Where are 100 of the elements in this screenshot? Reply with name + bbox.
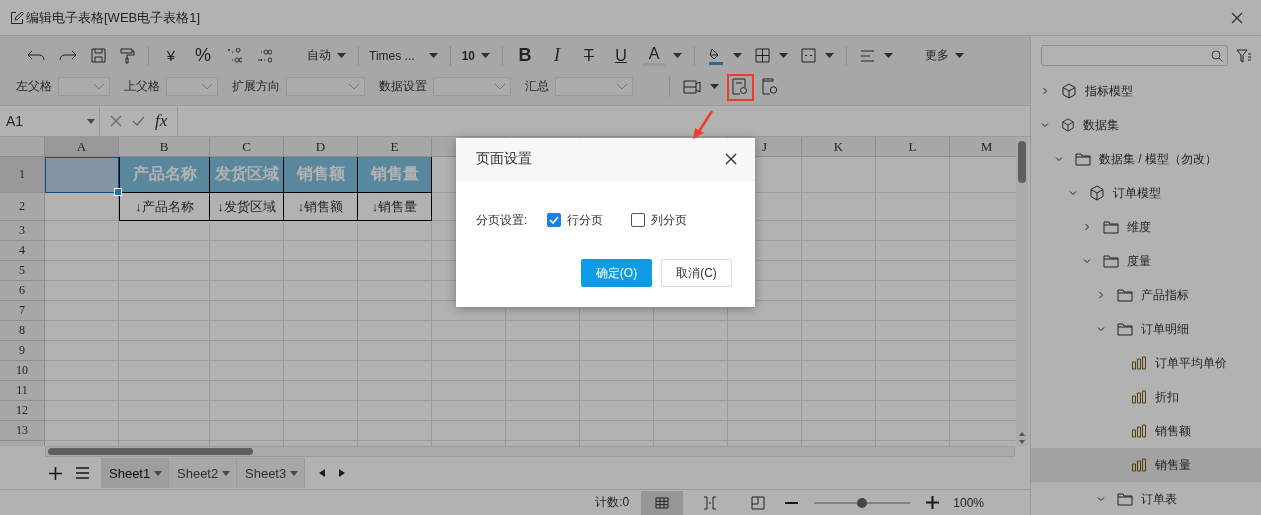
- column-header[interactable]: B: [119, 137, 210, 157]
- table-cell[interactable]: [432, 361, 506, 381]
- table-cell[interactable]: [119, 261, 210, 281]
- table-cell[interactable]: [876, 281, 950, 301]
- confirm-icon[interactable]: [132, 116, 145, 126]
- table-cell[interactable]: [432, 421, 506, 441]
- table-cell[interactable]: [654, 361, 728, 381]
- close-icon[interactable]: [1231, 11, 1243, 24]
- table-cell[interactable]: [119, 301, 210, 321]
- function-button[interactable]: fx: [155, 111, 168, 131]
- font-dropdown[interactable]: Times ...: [365, 48, 427, 63]
- table-cell[interactable]: [358, 321, 432, 341]
- table-cell[interactable]: [654, 321, 728, 341]
- increase-decimal-icon[interactable]: [226, 47, 242, 64]
- column-header[interactable]: A: [45, 137, 119, 157]
- column-header[interactable]: D: [284, 137, 358, 157]
- table-cell[interactable]: [119, 421, 210, 441]
- caret-icon[interactable]: [290, 470, 298, 476]
- sheet-settings-icon[interactable]: [762, 78, 778, 95]
- percent-button[interactable]: %: [187, 45, 219, 66]
- table-cell[interactable]: [210, 421, 284, 441]
- sheet-tab[interactable]: Sheet2: [169, 458, 237, 488]
- table-cell[interactable]: [284, 401, 358, 421]
- table-cell[interactable]: [210, 281, 284, 301]
- table-cell[interactable]: [728, 401, 802, 421]
- format-painter-icon[interactable]: [120, 47, 135, 64]
- table-cell[interactable]: [358, 301, 432, 321]
- table-cell[interactable]: [119, 381, 210, 401]
- table-cell[interactable]: [728, 321, 802, 341]
- table-cell[interactable]: [284, 281, 358, 301]
- cancel-button[interactable]: 取消(C): [661, 259, 732, 287]
- table-cell[interactable]: [802, 401, 876, 421]
- table-cell[interactable]: [210, 221, 284, 241]
- table-cell[interactable]: [654, 381, 728, 401]
- table-cell[interactable]: ↓销售额: [284, 193, 358, 221]
- table-cell[interactable]: [802, 381, 876, 401]
- table-cell[interactable]: [506, 421, 580, 441]
- row-header[interactable]: 4: [0, 241, 45, 261]
- select-field[interactable]: [433, 77, 511, 96]
- scroll-right-icon[interactable]: [339, 469, 345, 477]
- chevron-down-icon[interactable]: [1097, 495, 1105, 503]
- tree-item[interactable]: 数据集: [1031, 108, 1261, 142]
- caret-icon[interactable]: [337, 53, 346, 58]
- column-header[interactable]: M: [950, 137, 1016, 157]
- table-cell[interactable]: [45, 361, 119, 381]
- table-cell[interactable]: [876, 261, 950, 281]
- table-cell[interactable]: [876, 221, 950, 241]
- cell-reference-field[interactable]: A1: [0, 106, 100, 136]
- vertical-scrollbar[interactable]: [1016, 137, 1028, 446]
- table-cell[interactable]: [802, 281, 876, 301]
- table-cell[interactable]: [876, 193, 950, 221]
- table-cell[interactable]: [284, 321, 358, 341]
- row-header[interactable]: 3: [0, 221, 45, 241]
- add-sheet-icon[interactable]: [49, 466, 62, 480]
- caret-icon[interactable]: [779, 53, 788, 58]
- checkbox[interactable]: [631, 213, 646, 227]
- table-cell[interactable]: ↓产品名称: [119, 193, 210, 221]
- table-cell[interactable]: [358, 241, 432, 261]
- table-cell[interactable]: [119, 361, 210, 381]
- table-cell[interactable]: [210, 321, 284, 341]
- table-cell[interactable]: [284, 241, 358, 261]
- zoom-in-icon[interactable]: [926, 496, 940, 509]
- close-icon[interactable]: [725, 153, 737, 165]
- chevron-down-icon[interactable]: [1097, 325, 1105, 333]
- column-header[interactable]: L: [876, 137, 950, 157]
- table-cell[interactable]: [654, 401, 728, 421]
- row-header[interactable]: 7: [0, 301, 45, 321]
- fill-color-icon[interactable]: [708, 46, 724, 65]
- chevron-right-icon[interactable]: [1097, 291, 1105, 299]
- table-cell[interactable]: [876, 301, 950, 321]
- font-color-button[interactable]: A: [643, 45, 665, 66]
- frame-icon[interactable]: [683, 79, 701, 94]
- table-cell[interactable]: [432, 321, 506, 341]
- tree-item[interactable]: 度量: [1031, 244, 1261, 278]
- align-icon[interactable]: [860, 49, 875, 62]
- table-cell[interactable]: [284, 301, 358, 321]
- table-cell[interactable]: [876, 341, 950, 361]
- row-header[interactable]: 1: [0, 157, 45, 193]
- merge-cells-icon[interactable]: [801, 48, 816, 63]
- table-cell[interactable]: [876, 241, 950, 261]
- column-header[interactable]: C: [210, 137, 284, 157]
- table-cell[interactable]: [45, 193, 119, 221]
- column-header[interactable]: K: [802, 137, 876, 157]
- table-cell[interactable]: [210, 401, 284, 421]
- table-cell[interactable]: [358, 381, 432, 401]
- table-cell[interactable]: [876, 421, 950, 441]
- tree-item[interactable]: 折扣: [1031, 380, 1261, 414]
- table-cell[interactable]: [802, 157, 876, 193]
- selected-cell[interactable]: [45, 157, 119, 193]
- chevron-down-icon[interactable]: [1041, 121, 1049, 129]
- table-cell[interactable]: [654, 341, 728, 361]
- table-cell[interactable]: [506, 381, 580, 401]
- scroll-up-icon[interactable]: [1019, 432, 1025, 436]
- italic-button[interactable]: I: [541, 45, 573, 66]
- table-cell[interactable]: [45, 301, 119, 321]
- number-format-dropdown[interactable]: 自动: [279, 47, 335, 64]
- table-cell[interactable]: [119, 321, 210, 341]
- table-cell[interactable]: ↓销售量: [358, 193, 432, 221]
- table-cell[interactable]: [45, 261, 119, 281]
- table-cell[interactable]: [432, 401, 506, 421]
